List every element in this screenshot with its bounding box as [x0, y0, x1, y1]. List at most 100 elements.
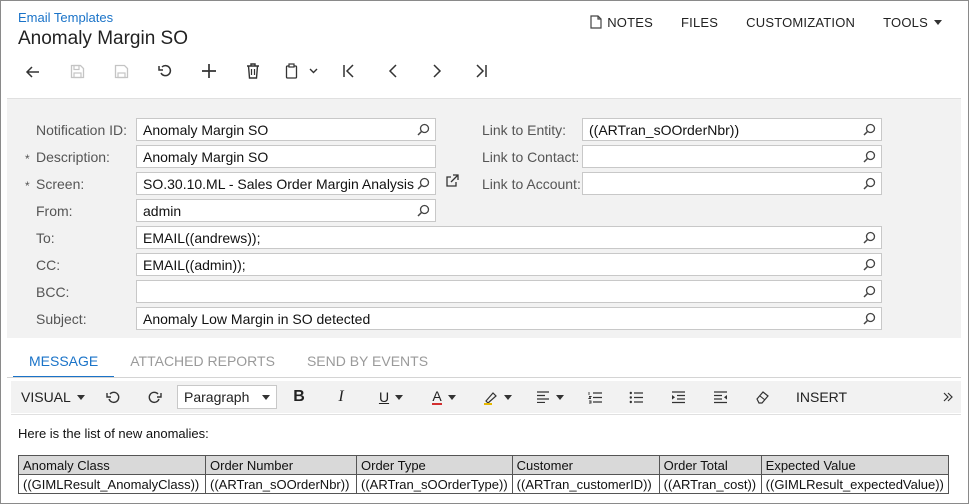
subject-label: Subject:: [36, 311, 87, 327]
files-button[interactable]: FILES: [667, 14, 732, 30]
chevron-down-icon: [309, 68, 317, 74]
highlight-button[interactable]: [480, 381, 514, 413]
chevron-down-icon: [503, 394, 512, 400]
notes-button[interactable]: NOTES: [576, 14, 667, 30]
subject-value: Anomaly Low Margin in SO detected: [143, 311, 371, 327]
notification-id-field[interactable]: Anomaly Margin SO: [136, 118, 436, 141]
external-link-icon[interactable]: [445, 174, 459, 188]
search-icon[interactable]: [863, 231, 876, 244]
font-color-glyph: A: [432, 388, 442, 405]
search-icon[interactable]: [863, 150, 876, 163]
bullet-list-button[interactable]: [628, 381, 644, 413]
table-header-cell: Order Type: [356, 455, 513, 475]
eraser-icon: [755, 391, 769, 404]
search-icon[interactable]: [417, 123, 430, 136]
table-cell: ((ARTran_cost)): [658, 474, 762, 494]
tab-send-by-events[interactable]: SEND BY EVENTS: [291, 344, 444, 378]
tools-label: TOOLS: [883, 14, 928, 30]
required-mark: *: [25, 152, 30, 166]
subject-field[interactable]: Anomaly Low Margin in SO detected: [136, 307, 882, 330]
to-value: EMAIL((andrews));: [143, 230, 261, 246]
last-icon: [476, 64, 487, 78]
from-label: From:: [36, 203, 73, 219]
save-close-button[interactable]: [55, 57, 99, 85]
save-button[interactable]: [99, 57, 143, 85]
save-icon: [114, 64, 128, 78]
search-icon[interactable]: [863, 258, 876, 271]
table-header-row: Anomaly Class Order Number Order Type Cu…: [18, 455, 949, 475]
align-button[interactable]: [533, 381, 567, 413]
clear-format-button[interactable]: [754, 381, 770, 413]
more-tools-button[interactable]: [941, 381, 955, 413]
table-header-cell: Expected Value: [760, 455, 949, 475]
to-label: To:: [36, 230, 55, 246]
search-icon[interactable]: [417, 177, 430, 190]
indent-button[interactable]: [670, 381, 686, 413]
link-account-field[interactable]: [582, 172, 882, 195]
screen-value: SO.30.10.ML - Sales Order Margin Analysi…: [143, 176, 415, 192]
files-label: FILES: [681, 14, 719, 30]
bcc-label: BCC:: [36, 284, 70, 300]
bold-button[interactable]: B: [291, 381, 307, 413]
tools-button[interactable]: TOOLS: [869, 14, 956, 30]
search-icon[interactable]: [863, 312, 876, 325]
customization-button[interactable]: CUSTOMIZATION: [732, 14, 869, 30]
delete-button[interactable]: [231, 57, 275, 85]
undo-icon: [106, 391, 120, 403]
first-record-button[interactable]: [327, 57, 371, 85]
intro-text: Here is the list of new anomalies:: [18, 426, 209, 441]
page-title: Anomaly Margin SO: [18, 28, 189, 49]
to-field[interactable]: EMAIL((andrews));: [136, 226, 882, 249]
chevron-left-icon: [388, 64, 397, 78]
message-editor[interactable]: Here is the list of new anomalies: Anoma…: [11, 414, 961, 500]
table-cell: ((ARTran_sOOrderType)): [356, 474, 513, 494]
numbered-list-button[interactable]: [587, 381, 603, 413]
back-button[interactable]: [11, 57, 55, 85]
search-icon[interactable]: [417, 204, 430, 217]
tab-message[interactable]: MESSAGE: [13, 344, 115, 378]
visual-mode-dropdown[interactable]: VISUAL: [21, 381, 85, 413]
undo-button[interactable]: [103, 381, 123, 413]
chevron-down-icon: [556, 394, 564, 400]
font-color-button[interactable]: A: [427, 381, 461, 413]
next-record-button[interactable]: [415, 57, 459, 85]
chevron-double-right-icon: [943, 392, 953, 402]
link-contact-field[interactable]: [582, 145, 882, 168]
table-cell: ((ARTran_sOOrderNbr)): [205, 474, 357, 494]
breadcrumb[interactable]: Email Templates: [18, 10, 113, 25]
paragraph-format-select[interactable]: Paragraph: [177, 385, 277, 409]
from-value: admin: [143, 203, 182, 219]
underline-button[interactable]: U: [374, 381, 408, 413]
plus-icon: [202, 64, 216, 78]
previous-record-button[interactable]: [371, 57, 415, 85]
top-actions: NOTES FILES CUSTOMIZATION TOOLS: [576, 14, 956, 30]
notification-id-value: Anomaly Margin SO: [143, 122, 269, 138]
add-button[interactable]: [187, 57, 231, 85]
summary-form: Notification ID: Anomaly Margin SO * Des…: [7, 98, 961, 338]
last-record-button[interactable]: [459, 57, 503, 85]
bcc-field[interactable]: [136, 280, 882, 303]
editor-toolbar: VISUAL Paragraph B I U A INSERT: [11, 381, 961, 413]
table-cell: ((GIMLResult_AnomalyClass)): [18, 474, 206, 494]
cc-label: CC:: [36, 257, 61, 273]
redo-icon: [148, 391, 162, 403]
italic-button[interactable]: I: [333, 381, 349, 413]
tab-attached-reports[interactable]: ATTACHED REPORTS: [114, 344, 291, 378]
search-icon[interactable]: [863, 285, 876, 298]
trash-icon: [247, 63, 259, 79]
paragraph-format-value: Paragraph: [184, 389, 250, 405]
outdent-button[interactable]: [712, 381, 728, 413]
redo-button[interactable]: [145, 381, 165, 413]
description-field[interactable]: Anomaly Margin SO: [136, 145, 436, 168]
insert-button[interactable]: INSERT: [796, 381, 847, 413]
screen-field[interactable]: SO.30.10.ML - Sales Order Margin Analysi…: [136, 172, 436, 195]
table-header-cell: Order Total: [658, 455, 762, 475]
search-icon[interactable]: [863, 123, 876, 136]
cc-field[interactable]: EMAIL((admin));: [136, 253, 882, 276]
chevron-down-icon: [262, 395, 270, 400]
copy-paste-button[interactable]: [275, 57, 327, 85]
search-icon[interactable]: [863, 177, 876, 190]
cancel-button[interactable]: [143, 57, 187, 85]
link-entity-field[interactable]: ((ARTran_sOOrderNbr)): [582, 118, 882, 141]
from-field[interactable]: admin: [136, 199, 436, 222]
